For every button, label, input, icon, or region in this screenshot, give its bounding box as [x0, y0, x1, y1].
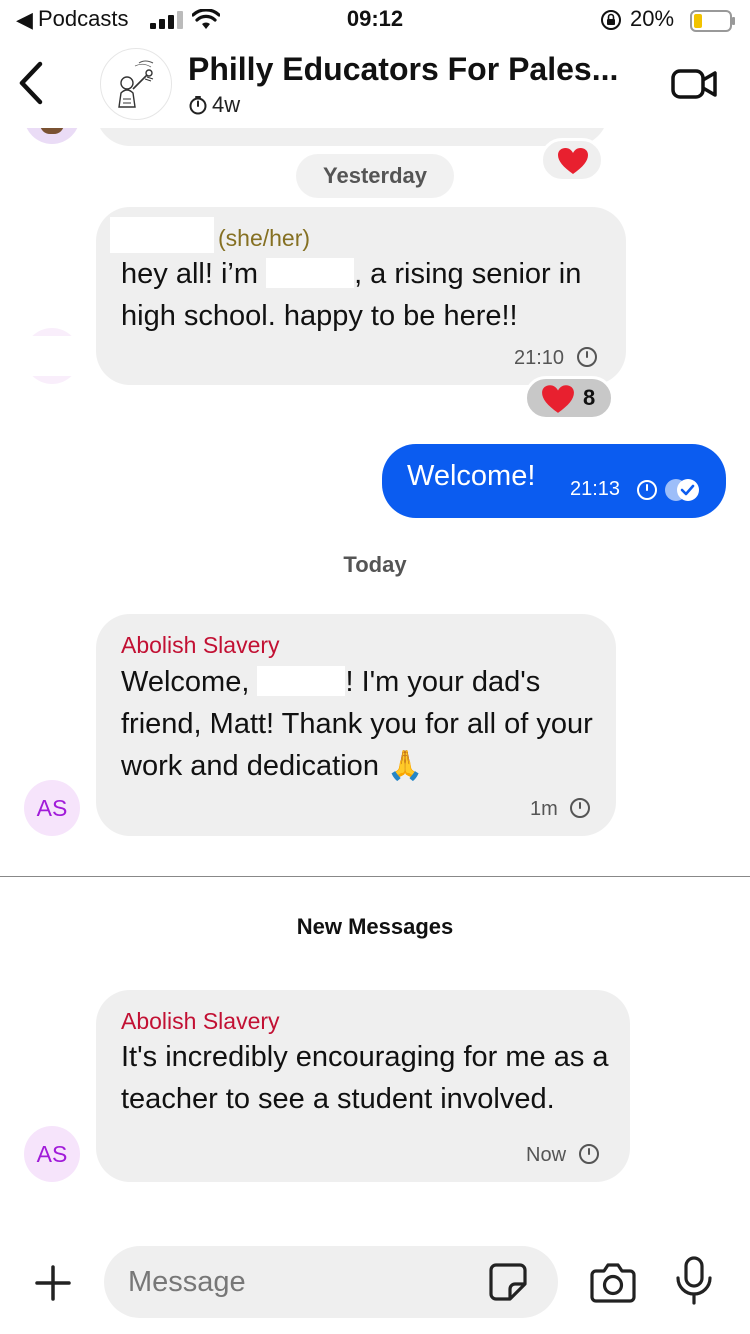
disappearing-timer-status: 4w: [188, 92, 240, 118]
timer-icon: [189, 96, 207, 115]
microphone-icon[interactable]: [674, 1256, 714, 1306]
message-3-time: 1m: [530, 798, 558, 820]
message-3-meta: 1m: [530, 797, 591, 821]
timer-icon: [637, 480, 657, 500]
timer-icon: [576, 347, 597, 367]
message-3-avatar[interactable]: AS: [24, 780, 80, 836]
message-2-time: 21:13: [570, 478, 621, 500]
back-chevron-icon[interactable]: [14, 60, 48, 106]
message-1-sender-redacted: [110, 217, 214, 253]
message-1-meta: 21:10: [514, 346, 598, 370]
message-2-text: Welcome!: [407, 460, 536, 492]
message-3-bubble[interactable]: Abolish Slavery Welcome, ! I'm your dad'…: [96, 614, 616, 836]
new-messages-label: New Messages: [296, 914, 454, 939]
timer-icon: [578, 1144, 599, 1164]
battery-icon: [690, 10, 735, 32]
chat-header: Philly Educators For Pales... 4w: [0, 40, 750, 128]
message-4-bubble[interactable]: Abolish Slavery It's incredibly encourag…: [96, 990, 630, 1182]
orientation-lock-icon: [601, 10, 621, 30]
message-composer: [0, 1234, 750, 1334]
date-separator-yesterday: Yesterday: [296, 154, 454, 198]
redacted-name: [266, 258, 355, 288]
double-check-icon: [665, 479, 699, 501]
message-2-bubble[interactable]: Welcome! 21:13: [382, 444, 726, 518]
status-bar: ◀ Podcasts 09:12 20%: [0, 0, 750, 40]
battery-percent: 20%: [630, 6, 675, 31]
date-separator-today: Today: [343, 552, 407, 577]
message-1-time: 21:10: [514, 347, 565, 369]
chat-title[interactable]: Philly Educators For Pales...: [188, 51, 648, 88]
message-1-bubble[interactable]: (she/her) hey all! i’m , a rising senior…: [96, 207, 626, 385]
group-logo-icon: [118, 60, 154, 108]
message-4-meta: Now: [526, 1143, 600, 1167]
message-4-sender[interactable]: Abolish Slavery: [121, 1008, 280, 1035]
video-call-icon[interactable]: [670, 64, 718, 104]
message-3-text: Welcome, ! I'm your dad's friend, Matt! …: [121, 666, 593, 782]
message-1-reactions[interactable]: 8: [524, 376, 614, 420]
reaction-count: 8: [583, 385, 596, 410]
previous-message-fragment: [96, 128, 608, 146]
previous-avatar-fragment: [24, 128, 80, 144]
message-1-text: hey all! i’m , a rising senior in high s…: [121, 258, 582, 332]
new-messages-divider-line: [0, 876, 750, 877]
sticker-icon[interactable]: [488, 1262, 528, 1302]
heart-icon: [542, 385, 574, 413]
timer-duration: 4w: [212, 92, 241, 117]
message-3-sender[interactable]: Abolish Slavery: [121, 632, 280, 659]
message-4-text: It's incredibly encouraging for me as a …: [121, 1041, 609, 1115]
redacted-name: [257, 666, 346, 696]
message-thread[interactable]: Yesterday (she/her) hey all! i’m , a ris…: [0, 128, 750, 1234]
message-4-time: Now: [526, 1144, 567, 1166]
message-1-pronouns: (she/her): [218, 225, 311, 251]
camera-icon[interactable]: [590, 1260, 636, 1304]
timer-icon: [570, 798, 591, 818]
message-1-avatar[interactable]: [24, 328, 80, 384]
previous-message-reaction[interactable]: [540, 138, 604, 182]
message-4-avatar[interactable]: AS: [24, 1126, 80, 1182]
plus-icon[interactable]: [34, 1264, 72, 1302]
group-avatar[interactable]: [100, 48, 172, 120]
heart-icon: [558, 148, 588, 174]
